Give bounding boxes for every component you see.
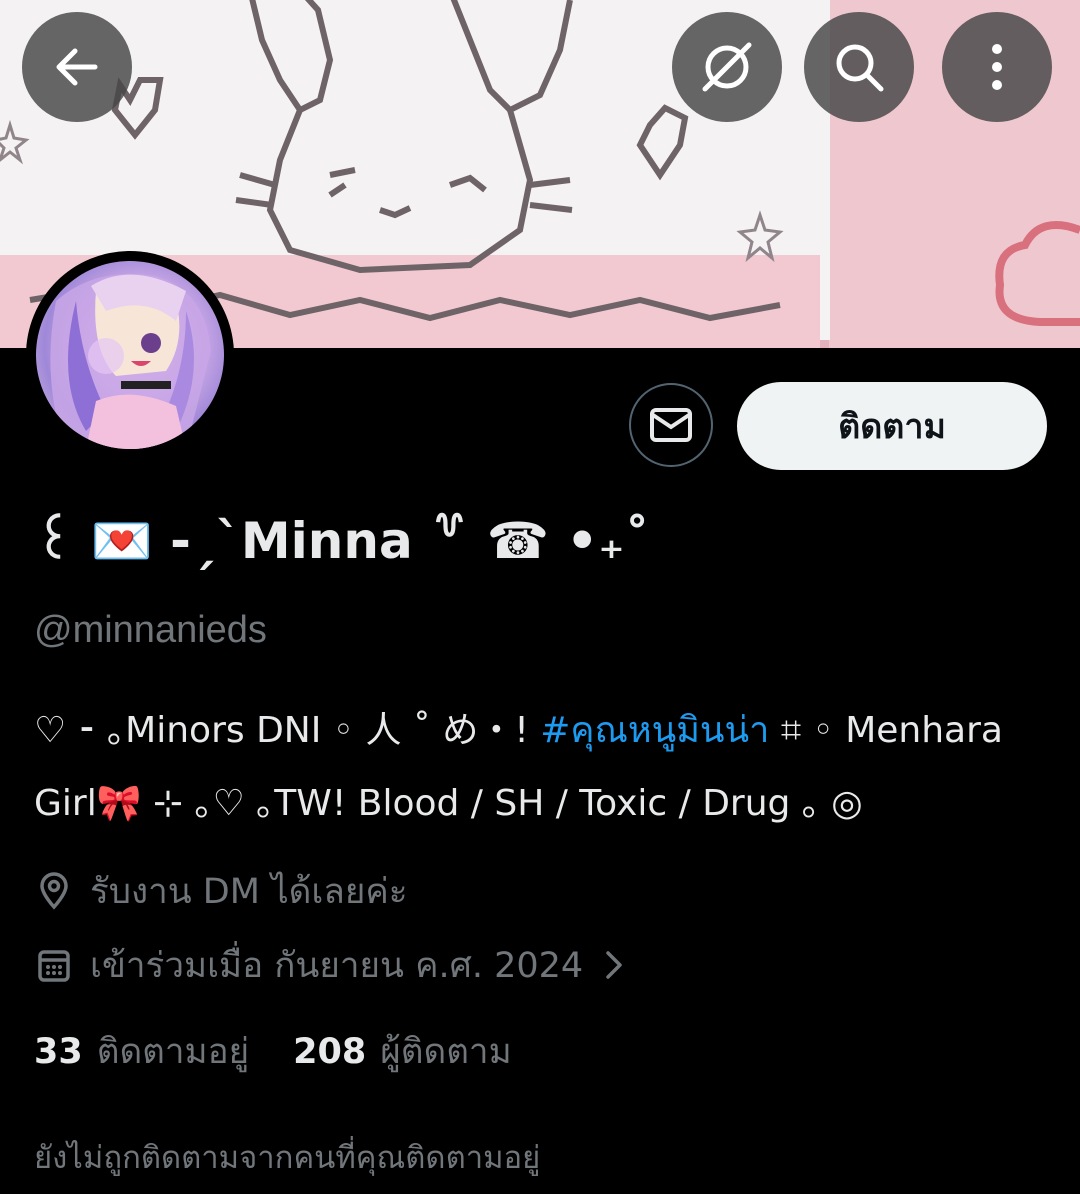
avatar[interactable] <box>36 261 224 449</box>
more-vertical-icon <box>992 44 1002 90</box>
arrow-left-icon <box>56 48 98 86</box>
follow-stats: 33 ติดตามอยู่ 208 ผู้ติดตาม <box>34 1024 512 1078</box>
message-button[interactable] <box>629 383 713 467</box>
user-handle: @minnanieds <box>34 609 267 651</box>
location-text: รับงาน DM ได้เลยค่ะ <box>90 871 408 912</box>
followers-label: ผู้ติดตาม <box>380 1031 512 1072</box>
search-button[interactable] <box>804 12 914 122</box>
not-followed-note: ยังไม่ถูกติดตามจากคนที่คุณติดตามอยู่ <box>34 1140 541 1176</box>
following-count: 33 <box>34 1031 83 1072</box>
following-stat[interactable]: 33 ติดตามอยู่ <box>34 1024 249 1079</box>
chevron-right-icon <box>605 950 623 980</box>
joined-text: เข้าร่วมเมื่อ กันยายน ค.ศ. 2024 <box>90 945 584 986</box>
followers-stat[interactable]: 208 ผู้ติดตาม <box>293 1024 511 1079</box>
followers-count: 208 <box>293 1031 367 1072</box>
avatar-image <box>50 273 211 449</box>
joined-row[interactable]: เข้าร่วมเมื่อ กันยายน ค.ศ. 2024 <box>34 940 623 990</box>
location-pin-icon <box>34 871 74 911</box>
profile-bio: ♡ ⁃ ｡Minors DNI ◦ 人 ˚ め・! #คุณหนูมินน่า … <box>34 694 1044 840</box>
following-label: ติดตามอยู่ <box>96 1031 250 1072</box>
mail-icon <box>650 408 692 442</box>
bio-hashtag-link[interactable]: #คุณหนูมินน่า <box>540 710 769 751</box>
grok-icon <box>702 42 752 92</box>
more-button[interactable] <box>942 12 1052 122</box>
bio-text: ♡ ⁃ ｡Minors DNI ◦ 人 ˚ め・! <box>34 710 541 751</box>
back-button[interactable] <box>22 12 132 122</box>
follow-button[interactable]: ติดตาม <box>737 382 1047 470</box>
location-row: รับงาน DM ได้เลยค่ะ <box>34 866 408 916</box>
search-icon <box>836 44 884 92</box>
calendar-icon <box>34 945 74 985</box>
display-name: ꒰ 💌 -ˏˋMinna ꒷ ☎︎ •₊˚ <box>34 512 650 570</box>
grok-button[interactable] <box>672 12 782 122</box>
